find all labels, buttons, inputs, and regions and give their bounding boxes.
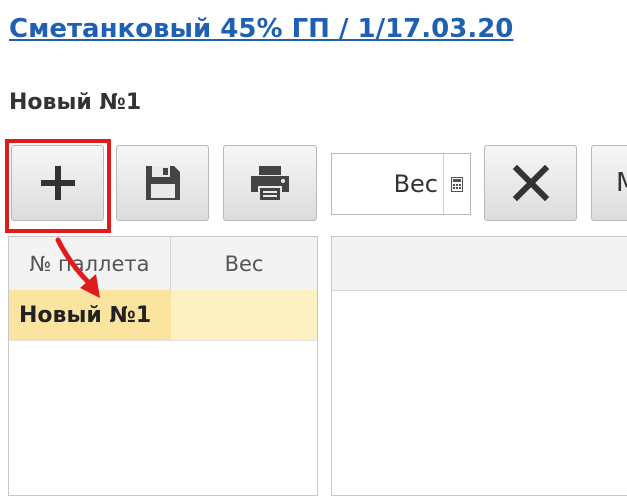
add-pallet-button[interactable]: [11, 145, 104, 221]
save-button[interactable]: [116, 145, 209, 221]
column-header-pallet-number[interactable]: № паллета: [9, 237, 171, 290]
plus-icon: [40, 166, 75, 200]
detail-grid: [331, 236, 627, 496]
pallet-weight-cell[interactable]: [171, 290, 317, 340]
floppy-disk-icon: [145, 166, 180, 200]
document-title-link[interactable]: Сметанковый 45% ГП / 1/17.03.20: [9, 14, 513, 44]
extra-toolbar-button[interactable]: М: [591, 145, 627, 221]
print-button[interactable]: [223, 145, 317, 221]
table-row[interactable]: Новый №1: [9, 290, 317, 341]
weight-calculator-button[interactable]: [443, 154, 470, 214]
pallet-subtitle: Новый №1: [9, 90, 142, 115]
weight-input[interactable]: [332, 154, 444, 214]
x-icon: [512, 164, 549, 202]
delete-button[interactable]: [484, 145, 577, 221]
pallet-grid: № паллета Вес Новый №1: [8, 236, 318, 496]
extra-button-label: М: [616, 168, 627, 198]
detail-grid-header: [332, 237, 627, 291]
pallet-number-cell[interactable]: Новый №1: [9, 290, 171, 340]
column-header-weight[interactable]: Вес: [171, 237, 317, 290]
weight-field[interactable]: [331, 153, 471, 215]
calculator-icon: [451, 176, 463, 192]
printer-icon: [251, 166, 289, 200]
pallet-grid-header: № паллета Вес: [9, 237, 317, 291]
